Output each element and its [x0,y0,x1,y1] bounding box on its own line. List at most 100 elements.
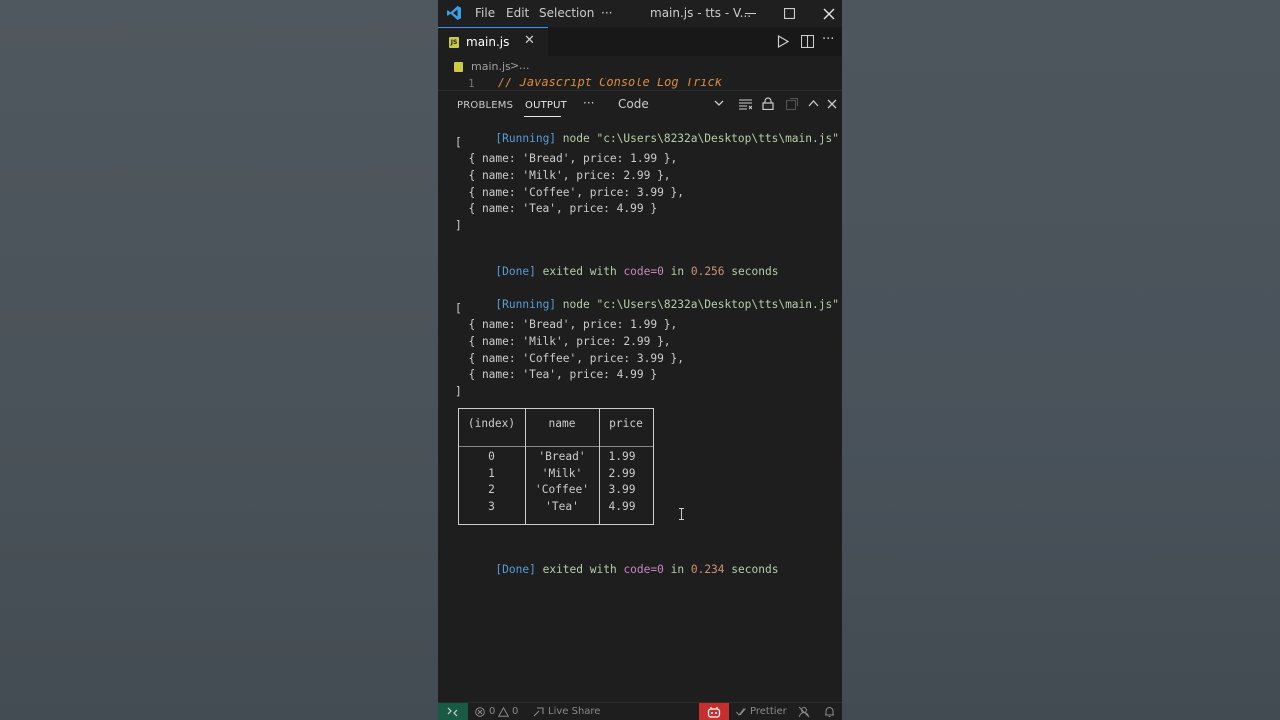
lock-icon[interactable] [762,97,774,110]
breadcrumb-symbol[interactable]: ... [519,59,530,72]
double-check-icon [736,708,746,716]
table-cell-index: 3 [488,500,495,513]
menu-more[interactable]: ··· [601,6,612,20]
tab-problems[interactable]: PROBLEMS [457,100,513,111]
minimize-icon [744,13,756,14]
array-close: ] [455,385,462,398]
line-number: 1 [468,78,475,90]
more-actions-icon[interactable]: ··· [822,32,834,47]
array-open: [ [455,136,462,149]
menu-selection[interactable]: Selection [539,6,594,20]
table-cell-price: 2.99 [608,467,636,480]
error-icon [475,707,485,717]
menu-file[interactable]: File [475,6,495,20]
notifications-bell-icon[interactable] [824,706,835,718]
tab-output[interactable]: OUTPUT [525,100,567,111]
seconds-text: seconds [731,265,779,278]
done-line: [Done] exited with code=0 in 0.234 secon… [455,550,778,589]
text-cursor-icon [679,508,684,520]
chevron-right-icon: > [510,59,520,72]
vscode-logo-icon [447,6,461,20]
code-comment: // Javascript Console Log Trick [498,78,722,89]
table-header-separator [458,446,654,447]
done-tag: [Done] [495,563,536,576]
exit-code: code=0 [623,265,664,278]
chevron-up-icon[interactable] [808,99,819,107]
output-console[interactable]: [Running] node "c:\Users\8232a\Desktop\t… [438,118,842,702]
live-share-button[interactable]: Live Share [548,706,600,717]
array-item: { name: 'Tea', price: 4.99 } [455,202,658,215]
tab-label: main.js [466,35,510,49]
seconds-text: seconds [731,563,779,576]
array-item: { name: 'Milk', price: 2.99 }, [455,335,671,348]
tab-close-icon[interactable]: ✕ [524,33,535,48]
elapsed-time: 0.256 [690,265,725,278]
table-cell-price: 1.99 [608,450,636,463]
table-cell-name: 'Tea' [545,500,579,513]
table-border-right [653,408,654,524]
output-channel-select[interactable]: Code [618,97,649,111]
background-left [0,0,438,720]
close-panel-icon[interactable] [827,99,837,109]
chevron-down-icon[interactable] [714,98,724,108]
maximize-button[interactable] [769,0,809,27]
table-border-bottom [458,524,654,525]
editor-tab-bar: JS main.js ✕ ··· [438,27,842,56]
maximize-icon [783,8,795,19]
split-editor-icon[interactable] [801,35,814,48]
running-tag: [Running] [495,132,557,145]
run-command: node "c:\Users\8232a\Desktop\tts\main.js… [562,298,839,311]
array-item: { name: 'Coffee', price: 3.99 }, [455,352,685,365]
array-item: { name: 'Milk', price: 2.99 }, [455,169,671,182]
table-cell-name: 'Milk' [541,467,583,480]
table-cell-name: 'Bread' [538,450,586,463]
active-tab-indicator [524,116,561,117]
close-icon [823,8,835,19]
run-command: node "c:\Users\8232a\Desktop\tts\main.js… [562,132,839,145]
table-cell-index: 2 [488,483,495,496]
warning-icon [498,707,509,717]
running-tag: [Running] [495,298,557,311]
array-item: { name: 'Coffee', price: 3.99 }, [455,186,685,199]
copilot-icon [707,707,721,718]
title-bar: File Edit Selection ··· main.js - tts - … [438,0,842,27]
table-cell-index: 0 [488,450,495,463]
javascript-file-icon: JS [449,37,459,48]
close-window-button[interactable] [809,0,842,27]
editor-area[interactable]: 1 // Javascript Console Log Trick [438,78,842,90]
error-count[interactable]: 0 [489,706,495,717]
panel-more-icon[interactable]: ··· [583,96,594,110]
breadcrumb: main.js > ... [438,56,842,78]
open-in-editor-icon[interactable] [786,98,798,110]
clear-output-icon[interactable] [739,99,752,110]
run-icon[interactable] [777,35,789,48]
exited-text: exited with [542,563,617,576]
table-cell-price: 4.99 [608,500,636,513]
array-item: { name: 'Tea', price: 4.99 } [455,368,658,381]
done-tag: [Done] [495,265,536,278]
array-close: ] [455,219,462,232]
exited-text: exited with [542,265,617,278]
table-header-index: (index) [467,417,516,430]
background-right [842,0,1280,720]
warning-count[interactable]: 0 [512,706,518,717]
menu-edit[interactable]: Edit [506,6,529,20]
table-border-top [458,408,654,409]
tab-main-js[interactable]: JS main.js ✕ [438,27,548,56]
array-item: { name: 'Bread', price: 1.99 }, [455,318,678,331]
javascript-file-icon [454,62,463,72]
prettier-status[interactable]: Prettier [750,706,787,717]
vscode-window: File Edit Selection ··· main.js - tts - … [438,0,842,720]
elapsed-time: 0.234 [690,563,725,576]
table-cell-price: 3.99 [608,483,636,496]
table-header-name: name [548,417,576,430]
exit-code: code=0 [623,563,664,576]
breadcrumb-file[interactable]: main.js [471,60,511,73]
table-header-price: price [609,417,643,430]
status-bar: 0 0 Live Share Prettier [438,702,842,720]
minimize-button[interactable] [730,0,770,27]
live-share-icon [533,707,544,717]
array-open: [ [455,302,462,315]
table-cell-name: 'Coffee' [535,483,589,496]
accounts-icon[interactable] [798,706,810,718]
